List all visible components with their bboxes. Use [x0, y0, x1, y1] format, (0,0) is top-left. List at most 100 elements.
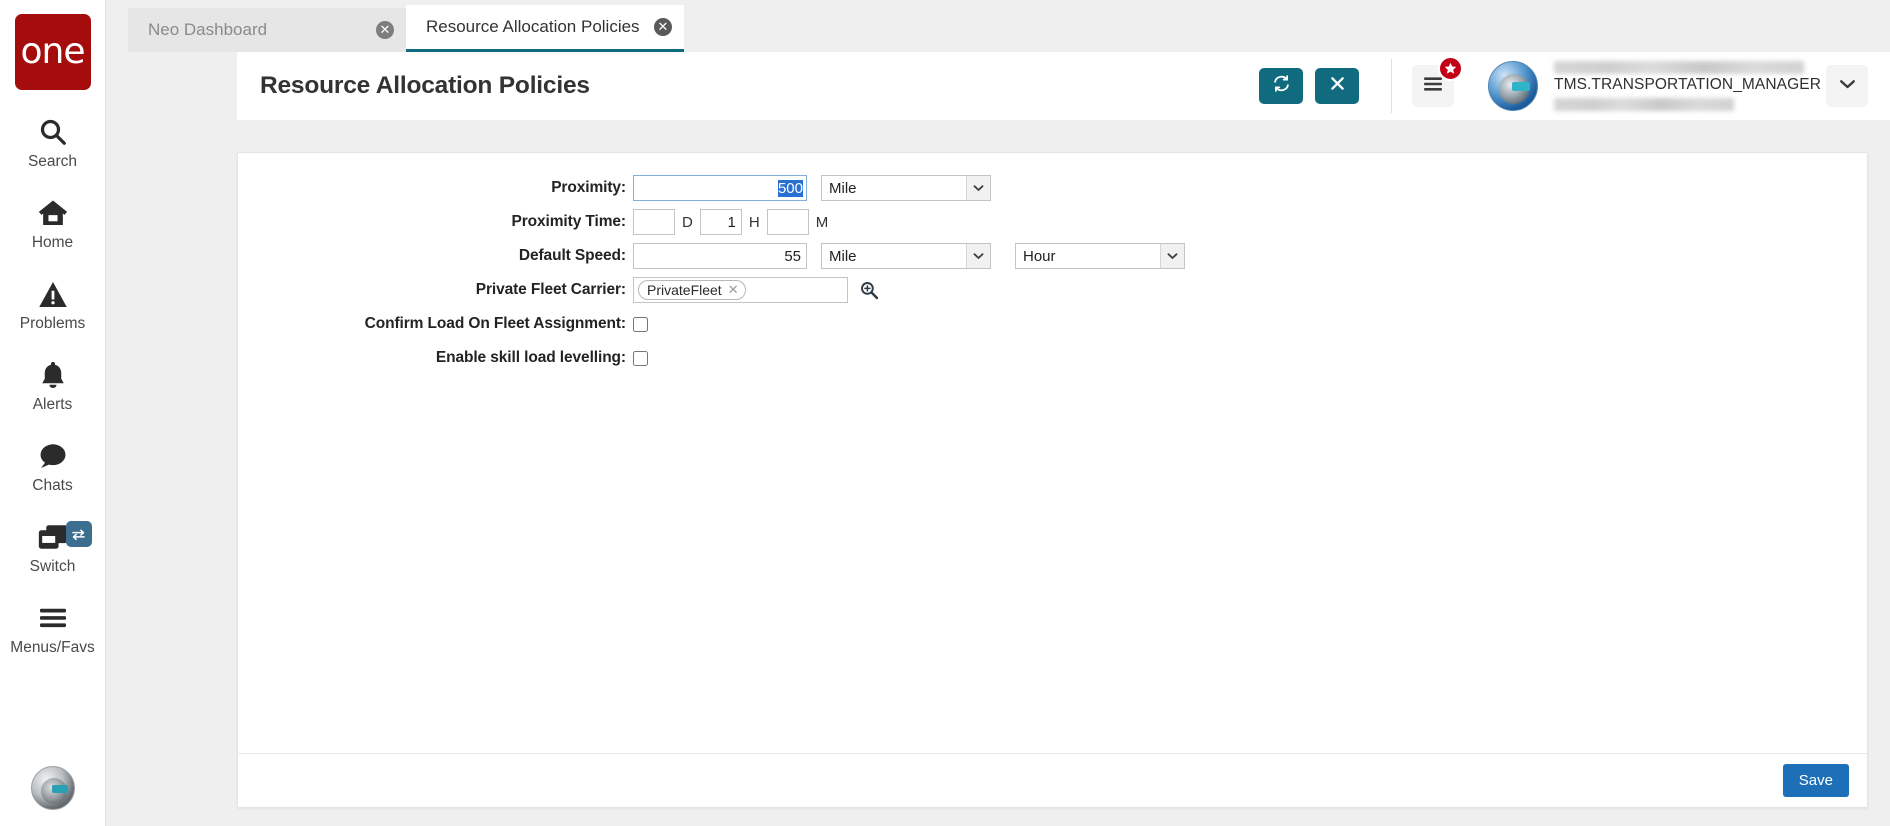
default-speed-distance-select[interactable]: Mile	[821, 243, 991, 269]
skill-levelling-controls	[633, 350, 648, 366]
redacted-bar-top	[1554, 61, 1804, 74]
home-icon	[37, 195, 69, 231]
close-x-icon[interactable]: ✕	[728, 283, 739, 298]
page-title: Resource Allocation Policies	[260, 72, 590, 99]
sidebar-item-switch[interactable]: Switch	[0, 519, 106, 576]
hours-unit-label: H	[748, 213, 760, 231]
private-fleet-carrier-label: Private Fleet Carrier:	[475, 281, 626, 298]
default-speed-controls: Mile Hour	[633, 243, 1185, 269]
warning-triangle-icon	[38, 276, 68, 312]
proximity-minutes-input[interactable]	[766, 209, 809, 235]
user-name: TMS.TRANSPORTATION_MANAGER	[1554, 76, 1821, 93]
sidebar-item-chats[interactable]: Chats	[0, 438, 106, 495]
tab-label: Resource Allocation Policies	[426, 17, 640, 36]
proximity-label: Proximity:	[551, 179, 626, 196]
default-speed-label: Default Speed:	[518, 247, 626, 264]
avatar-visor	[1512, 82, 1530, 91]
skill-levelling-checkbox[interactable]	[633, 350, 648, 366]
proximity-value: 500	[777, 179, 803, 197]
star-icon	[1438, 56, 1463, 81]
skill-levelling-label: Enable skill load levelling:	[435, 349, 626, 366]
magnifier-plus-icon[interactable]	[859, 280, 879, 300]
sidebar-item-label: Switch	[29, 558, 76, 575]
sidebar-item-label: Search	[27, 153, 78, 170]
tab-neo-dashboard[interactable]: Neo Dashboard ✕	[128, 8, 406, 52]
carrier-token[interactable]: PrivateFleet ✕	[638, 280, 746, 300]
proximity-time-controls: D H M	[633, 209, 835, 235]
refresh-icon	[1272, 74, 1291, 98]
proximity-controls: 500 Mile	[633, 175, 991, 201]
sidebar-item-label: Problems	[19, 315, 86, 332]
chevron-down-icon	[966, 176, 990, 200]
sidebar-item-search[interactable]: Search	[0, 114, 106, 171]
close-circle-icon[interactable]: ✕	[376, 21, 394, 39]
avatar-visor	[51, 785, 68, 793]
user-menu-button[interactable]	[1826, 65, 1868, 107]
sidebar-item-menus-favs[interactable]: Menus/Favs	[0, 600, 106, 657]
days-unit-label: D	[682, 213, 693, 231]
brand-logo-text: one	[20, 31, 86, 72]
sidebar-user-avatar[interactable]	[30, 766, 75, 810]
row-private-fleet-carrier: Private Fleet Carrier: PrivateFleet ✕	[238, 277, 1867, 303]
content-card: Proximity: 500 Mile Proximity Time: D 1 …	[237, 152, 1868, 808]
sidebar-item-home[interactable]: Home	[0, 195, 106, 252]
default-speed-input[interactable]	[633, 243, 807, 269]
hamburger-icon	[37, 600, 69, 636]
sidebar-item-label: Home	[31, 234, 74, 251]
private-fleet-carrier-input[interactable]: PrivateFleet ✕	[633, 277, 848, 303]
form-area: Proximity: 500 Mile Proximity Time: D 1 …	[238, 153, 1867, 753]
close-page-button[interactable]	[1315, 68, 1359, 104]
chevron-down-icon	[966, 244, 990, 268]
sidebar-item-label: Menus/Favs	[10, 639, 95, 656]
menu-button[interactable]	[1412, 56, 1463, 107]
minutes-unit-label: M	[815, 213, 829, 231]
row-proximity: Proximity: 500 Mile	[238, 175, 1867, 201]
private-fleet-carrier-controls: PrivateFleet ✕	[633, 277, 879, 303]
redacted-bar-bottom	[1554, 98, 1734, 111]
swap-arrows-icon[interactable]	[65, 521, 92, 547]
sidebar-item-alerts[interactable]: Alerts	[0, 357, 106, 414]
proximity-time-label: Proximity Time:	[511, 213, 626, 230]
carrier-token-label: PrivateFleet	[647, 282, 722, 298]
user-name-wrap: TMS.TRANSPORTATION_MANAGER	[1554, 61, 1821, 111]
close-circle-icon[interactable]: ✕	[654, 18, 672, 36]
proximity-days-input[interactable]	[633, 209, 675, 235]
confirm-load-label: Confirm Load On Fleet Assignment:	[364, 315, 626, 332]
proximity-hours-input[interactable]	[699, 209, 742, 235]
proximity-input[interactable]: 500	[633, 175, 807, 201]
page-header: Resource Allocation Policies TMS.TRANSPO…	[237, 52, 1890, 120]
row-proximity-time: Proximity Time: D H M	[238, 209, 1867, 235]
switch-windows-icon	[37, 519, 69, 555]
left-sidebar: one Search Home Problems Alerts Chats Sw…	[0, 0, 106, 826]
main-pane: Neo Dashboard ✕ Resource Allocation Poli…	[106, 0, 1890, 826]
row-confirm-load: Confirm Load On Fleet Assignment:	[238, 311, 1867, 337]
brand-logo[interactable]: one	[14, 14, 91, 90]
close-x-icon	[1329, 75, 1346, 97]
refresh-button[interactable]	[1259, 68, 1303, 104]
default-speed-time-value: Hour	[1023, 247, 1056, 265]
search-icon	[38, 114, 68, 150]
proximity-unit-value: Mile	[829, 179, 857, 197]
confirm-load-controls	[633, 316, 648, 332]
default-speed-distance-value: Mile	[829, 247, 857, 265]
chevron-down-icon	[1160, 244, 1184, 268]
proximity-unit-select[interactable]: Mile	[821, 175, 991, 201]
footer-bar: Save	[238, 753, 1867, 807]
sidebar-item-label: Alerts	[32, 396, 73, 413]
chevron-down-icon	[1839, 77, 1856, 95]
app-root: one Search Home Problems Alerts Chats Sw…	[0, 0, 1890, 826]
sidebar-item-label: Chats	[32, 477, 73, 494]
row-default-speed: Default Speed: Mile Hour	[238, 243, 1867, 269]
tab-strip: Neo Dashboard ✕ Resource Allocation Poli…	[106, 0, 1890, 52]
tab-label: Neo Dashboard	[148, 20, 268, 39]
sidebar-item-problems[interactable]: Problems	[0, 276, 106, 333]
hamburger-menu-icon	[1422, 75, 1444, 98]
tab-resource-allocation-policies[interactable]: Resource Allocation Policies ✕	[406, 5, 684, 52]
user-avatar[interactable]	[1488, 61, 1538, 111]
confirm-load-checkbox[interactable]	[633, 316, 648, 332]
save-button[interactable]: Save	[1782, 764, 1849, 797]
default-speed-time-select[interactable]: Hour	[1015, 243, 1185, 269]
chat-bubble-icon	[37, 438, 68, 474]
bell-icon	[39, 357, 67, 393]
user-block[interactable]: TMS.TRANSPORTATION_MANAGER	[1488, 61, 1821, 111]
